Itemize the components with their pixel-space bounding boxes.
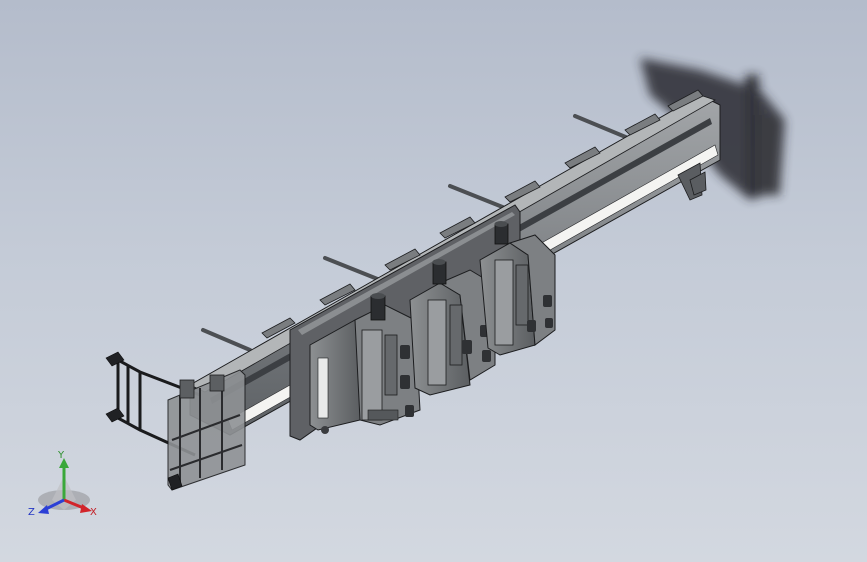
cad-model-view[interactable] <box>0 0 867 562</box>
graphics-viewport[interactable]: Y X Z <box>0 0 867 562</box>
